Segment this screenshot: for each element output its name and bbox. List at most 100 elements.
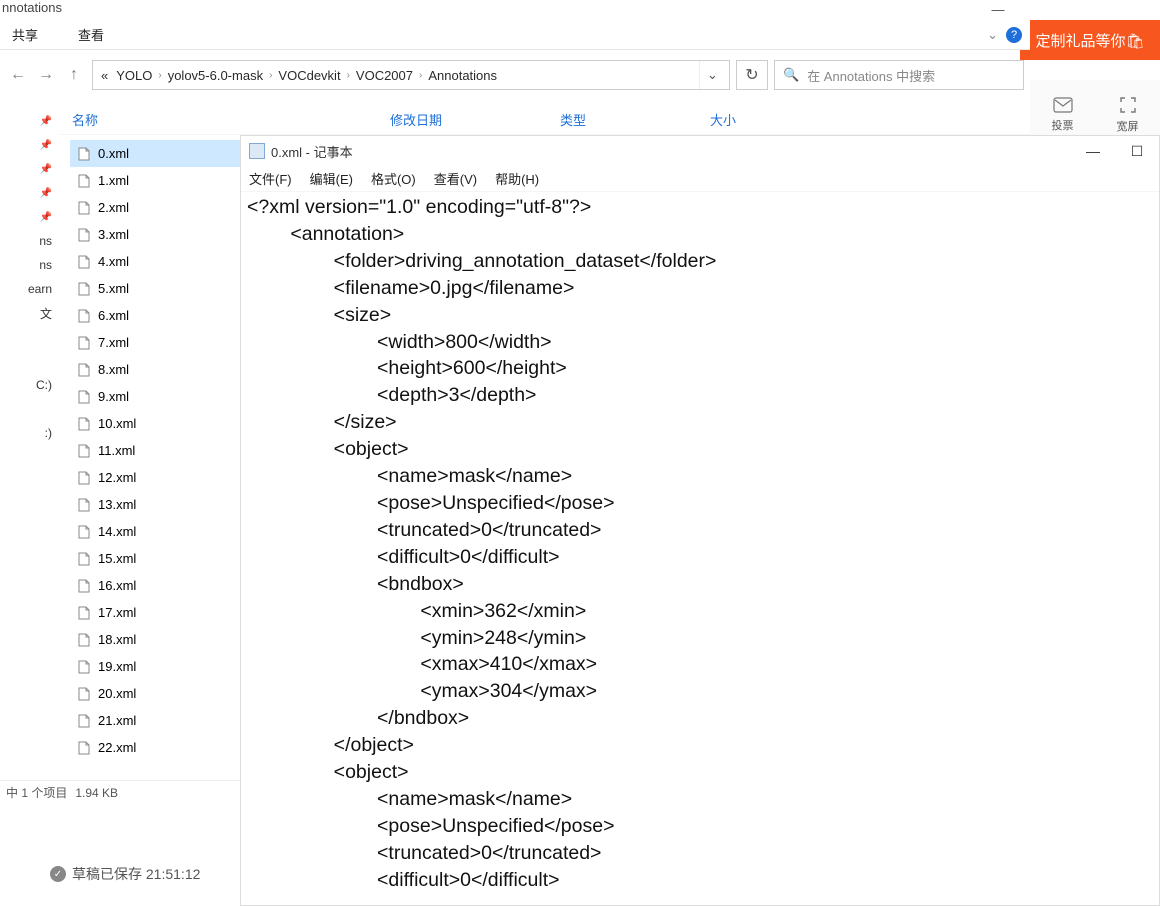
file-icon [76,470,92,486]
np-menu-format[interactable]: 格式(O) [371,169,416,188]
file-item[interactable]: 2.xml [70,194,240,221]
status-size: 1.94 KB [75,786,118,800]
np-menu-view[interactable]: 查看(V) [434,169,477,188]
file-item[interactable]: 5.xml [70,275,240,302]
notepad-title-bar[interactable]: 0.xml - 记事本 — ☐ [241,136,1159,166]
np-menu-file[interactable]: 文件(F) [249,169,292,188]
search-input[interactable]: 🔍 在 Annotations 中搜索 [774,60,1024,90]
file-icon [76,389,92,405]
ad-banner[interactable]: 定制礼品等你🛍 [1020,20,1160,60]
quick-access-item[interactable]: 文 [0,301,58,325]
quick-access-item[interactable] [0,349,58,373]
file-item[interactable]: 11.xml [70,437,240,464]
ribbon-view[interactable]: 查看 [78,25,104,44]
file-item[interactable]: 10.xml [70,410,240,437]
quick-access-item[interactable]: 📌 [0,157,58,181]
quick-access-item[interactable]: :) [0,421,58,445]
file-item[interactable]: 13.xml [70,491,240,518]
breadcrumb-item[interactable]: VOCdevkit [274,68,344,83]
file-icon [76,173,92,189]
file-item[interactable]: 18.xml [70,626,240,653]
file-item[interactable]: 14.xml [70,518,240,545]
file-item[interactable]: 6.xml [70,302,240,329]
notepad-icon [249,143,265,159]
file-item[interactable]: 15.xml [70,545,240,572]
file-icon [76,632,92,648]
file-icon [76,146,92,162]
file-item[interactable]: 1.xml [70,167,240,194]
file-icon [76,308,92,324]
help-icon[interactable]: ? [1006,27,1022,43]
np-maximize-button[interactable]: ☐ [1115,136,1159,166]
file-item[interactable]: 16.xml [70,572,240,599]
quick-access-item[interactable]: 📌 [0,205,58,229]
file-icon [76,740,92,756]
file-item[interactable]: 0.xml [70,140,240,167]
file-icon [76,578,92,594]
file-item[interactable]: 22.xml [70,734,240,761]
breadcrumb-item[interactable]: VOC2007 [352,68,417,83]
file-item[interactable]: 8.xml [70,356,240,383]
expand-icon [1119,96,1137,114]
forward-button[interactable]: → [34,63,58,87]
column-name[interactable]: 名称 [60,110,390,129]
quick-access-item[interactable] [0,325,58,349]
chevron-down-icon[interactable]: ⌄ [987,27,998,43]
file-icon [76,524,92,540]
file-icon [76,605,92,621]
quick-access-item[interactable]: ns [0,229,58,253]
quick-access-item[interactable]: earn [0,277,58,301]
column-modified[interactable]: 修改日期 [390,110,560,129]
file-icon [76,713,92,729]
notepad-content[interactable]: <?xml version="1.0" encoding="utf-8"?> <… [241,192,1159,905]
breadcrumb[interactable]: « YOLO› yolov5-6.0-mask› VOCdevkit› VOC2… [92,60,730,90]
np-menu-help[interactable]: 帮助(H) [495,169,539,188]
file-icon [76,497,92,513]
quick-access-item[interactable]: ns [0,253,58,277]
draft-status: ✓ 草稿已保存 21:51:12 [50,864,200,884]
file-item[interactable]: 4.xml [70,248,240,275]
breadcrumb-item[interactable]: yolov5-6.0-mask [164,68,267,83]
minimize-button[interactable]: — [976,0,1020,20]
np-minimize-button[interactable]: — [1071,136,1115,166]
file-item[interactable]: 7.xml [70,329,240,356]
quick-access-item[interactable]: C:) [0,373,58,397]
np-menu-edit[interactable]: 编辑(E) [310,169,353,188]
file-item[interactable]: 20.xml [70,680,240,707]
quick-access-item[interactable]: 📌 [0,109,58,133]
file-icon [76,443,92,459]
pin-icon: 📌 [40,164,52,175]
breadcrumb-item[interactable]: Annotations [424,68,501,83]
column-size[interactable]: 大小 [710,110,810,129]
file-icon [76,254,92,270]
notepad-window: 0.xml - 记事本 — ☐ 文件(F) 编辑(E) 格式(O) 查看(V) … [240,135,1160,906]
ribbon-share[interactable]: 共享 [12,25,38,44]
file-icon [76,362,92,378]
column-type[interactable]: 类型 [560,110,710,129]
refresh-button[interactable]: ↻ [736,60,768,90]
quick-access-item[interactable] [0,397,58,421]
file-icon [76,335,92,351]
file-item[interactable]: 3.xml [70,221,240,248]
file-icon [76,659,92,675]
file-icon [76,686,92,702]
breadcrumb-dropdown[interactable]: ⌄ [699,61,725,89]
pin-icon: 📌 [40,188,52,199]
quick-access-item[interactable]: 📌 [0,181,58,205]
file-icon [76,416,92,432]
file-item[interactable]: 9.xml [70,383,240,410]
quick-access-item[interactable]: 📌 [0,133,58,157]
breadcrumb-item[interactable]: YOLO [112,68,156,83]
check-icon: ✓ [50,866,66,882]
file-icon [76,551,92,567]
back-button[interactable]: ← [6,63,30,87]
file-item[interactable]: 19.xml [70,653,240,680]
quick-access-sidebar: 📌📌📌📌📌nsnsearn文C:):) [0,105,58,445]
file-item[interactable]: 12.xml [70,464,240,491]
file-icon [76,281,92,297]
file-icon [76,227,92,243]
file-item[interactable]: 17.xml [70,599,240,626]
status-selection: 中 1 个项目 [6,784,67,801]
file-item[interactable]: 21.xml [70,707,240,734]
up-button[interactable]: ↑ [62,63,86,87]
